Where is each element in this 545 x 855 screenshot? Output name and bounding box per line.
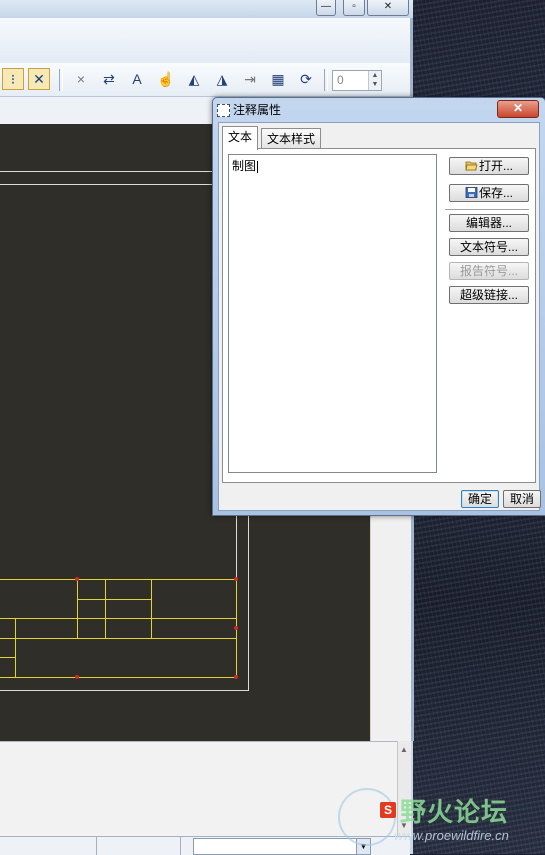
title-block-line <box>0 638 237 639</box>
tab-text-style[interactable]: 文本样式 <box>261 128 322 149</box>
status-divider <box>180 837 181 855</box>
refresh-icon[interactable]: ⇄ <box>98 68 120 90</box>
button-group-separator <box>445 209 529 211</box>
minimize-button[interactable]: — <box>316 0 336 16</box>
vertex-marker <box>234 675 238 679</box>
tab-panel-text: 制图 打开... 保存... 编辑器... 文本符号... 报告符号... 超级… <box>222 148 536 483</box>
watermark-url: www.proewildfire.cn <box>394 828 509 843</box>
title-block-line <box>0 677 237 678</box>
hand-icon[interactable]: ☝ <box>155 68 177 90</box>
tab-text[interactable]: 文本 <box>222 126 259 150</box>
vertex-marker <box>234 626 238 630</box>
maximize-button[interactable]: ▫ <box>343 0 365 16</box>
hyperlink-button[interactable]: 超级链接... <box>449 286 529 304</box>
toolbar-separator <box>324 69 328 91</box>
app-titlebar: — ▫ ✕ <box>0 0 413 18</box>
spinner-arrows-icon[interactable]: ▲ ▼ <box>368 71 381 90</box>
show-points-icon[interactable]: ⁝ <box>2 68 24 90</box>
watermark-badge: S <box>380 802 396 818</box>
dialog-title: 注释属性 <box>233 103 282 117</box>
status-divider <box>96 837 97 855</box>
note-properties-dialog: 注释属性 ✕ 文本 文本样式 制图 打开... 保存... 编辑器... 文本符… <box>212 97 545 516</box>
watermark-brand: 野火论坛 <box>400 798 509 828</box>
open-button[interactable]: 打开... <box>449 157 529 175</box>
dialog-app-icon <box>217 103 230 117</box>
forum-watermark: S 野火论坛 www.proewildfire.cn <box>334 786 544 850</box>
value-spinner[interactable]: 0 ▲ ▼ <box>332 70 382 91</box>
vertex-marker <box>75 675 79 679</box>
title-block-line <box>77 599 152 600</box>
vertex-marker <box>234 577 238 581</box>
save-button[interactable]: 保存... <box>449 184 529 202</box>
title-block-line <box>0 618 237 619</box>
update-table-icon[interactable]: ⟳ <box>295 68 317 90</box>
save-button-label: 保存... <box>478 186 513 200</box>
ribbon-area <box>0 18 413 63</box>
ok-button[interactable]: 确定 <box>461 490 499 508</box>
border-line <box>0 171 213 172</box>
close-window-button[interactable]: ✕ <box>367 0 409 16</box>
editor-button[interactable]: 编辑器... <box>449 214 529 232</box>
table-icon[interactable]: ▦ <box>267 68 289 90</box>
toolbar: ⁝ ✕ × ⇄ A ☝ ◭ ◮ ⇥ ▦ ⟳ 0 ▲ ▼ <box>0 63 413 97</box>
report-symbol-button: 报告符号... <box>449 262 529 280</box>
title-block-line <box>105 579 106 638</box>
note-text-editor[interactable]: 制图 <box>228 154 437 473</box>
border-line <box>248 515 249 690</box>
floppy-disk-icon <box>465 186 478 198</box>
cancel-button[interactable]: 取消 <box>503 490 541 508</box>
title-block-line <box>0 657 15 658</box>
title-block-line <box>77 579 78 638</box>
toolbar-separator <box>59 69 63 91</box>
dialog-titlebar[interactable]: 注释属性 <box>217 101 281 119</box>
note-alt-icon[interactable]: ◮ <box>211 68 233 90</box>
title-block-line <box>0 579 237 580</box>
scroll-up-icon[interactable]: ▲ <box>400 745 408 754</box>
note-text-value: 制图 <box>232 159 257 173</box>
dialog-close-button[interactable]: ✕ <box>497 100 539 118</box>
dialog-body: 文本 文本样式 制图 打开... 保存... 编辑器... 文本符号... 报告… <box>218 122 541 511</box>
title-block-line <box>151 579 152 638</box>
border-line <box>0 184 213 185</box>
folder-open-icon <box>465 159 478 171</box>
move-icon[interactable]: ⇥ <box>239 68 261 90</box>
open-button-label: 打开... <box>478 159 513 173</box>
text-icon[interactable]: A <box>126 68 148 90</box>
border-line <box>0 690 249 691</box>
spinner-value: 0 <box>337 73 344 87</box>
text-symbol-button[interactable]: 文本符号... <box>449 238 529 256</box>
text-caret <box>257 160 259 173</box>
show-axes-icon[interactable]: ✕ <box>28 68 50 90</box>
delete-icon[interactable]: × <box>70 68 92 90</box>
vertex-marker <box>75 577 79 581</box>
note-icon[interactable]: ◭ <box>183 68 205 90</box>
title-block-line <box>15 618 16 678</box>
